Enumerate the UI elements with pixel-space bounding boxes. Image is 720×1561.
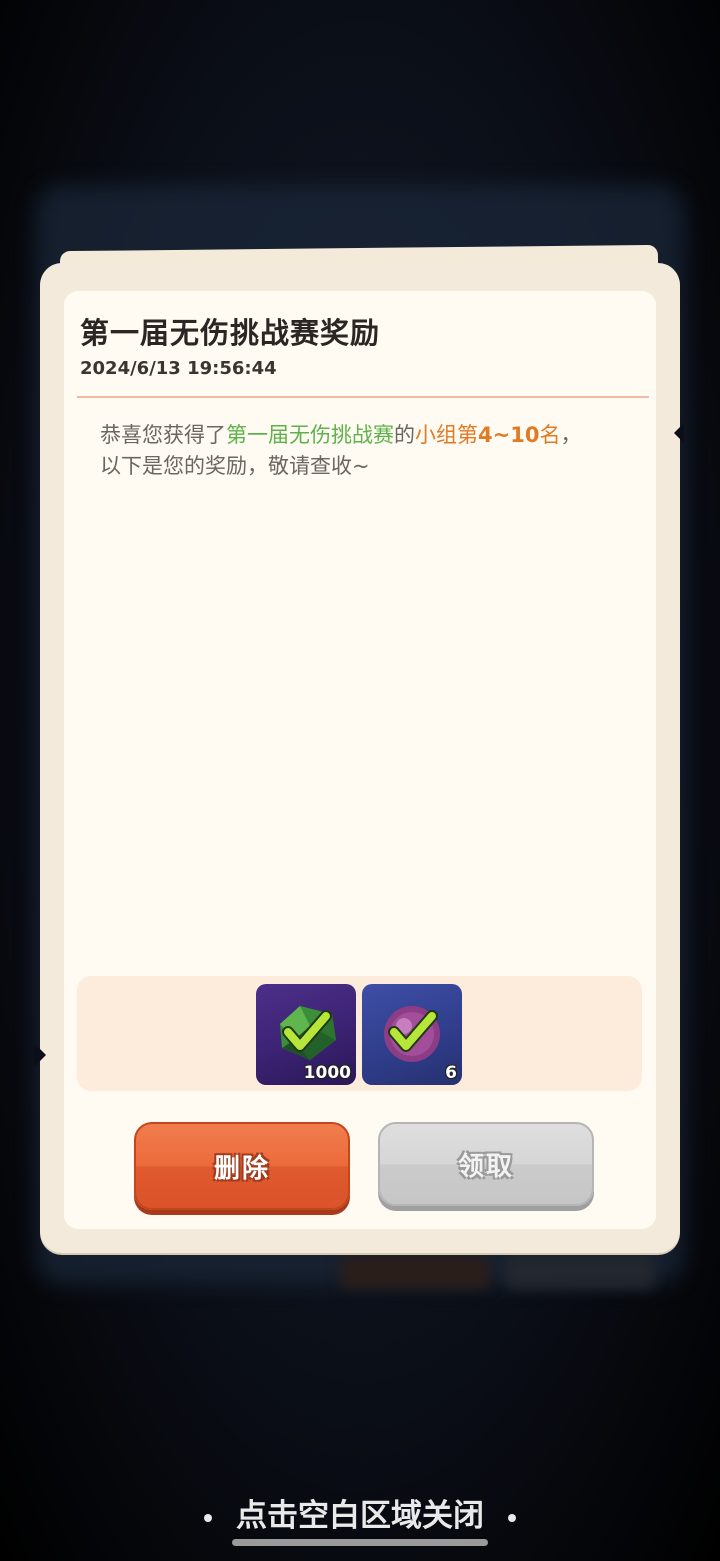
mail-body: 恭喜您获得了第一届无伤挑战赛的小组第4~10名， 以下是您的奖励，敬请查收~ xyxy=(100,420,630,482)
body-connector: 的 xyxy=(394,423,415,447)
body-prefix: 恭喜您获得了 xyxy=(100,423,226,447)
claim-button[interactable]: 领取 xyxy=(378,1122,594,1206)
reward-quantity: 1000 xyxy=(303,1063,351,1083)
paper-tear xyxy=(34,1043,46,1067)
home-indicator[interactable] xyxy=(232,1539,488,1546)
dot-icon xyxy=(204,1513,212,1522)
mail-dialog xyxy=(34,263,684,1253)
dot-icon xyxy=(508,1513,516,1522)
reward-item[interactable]: 6 xyxy=(362,984,462,1085)
background-button xyxy=(340,1255,490,1289)
screen[interactable]: 第一届无伤挑战赛奖励 2024/6/13 19:56:44 恭喜您获得了第一届无… xyxy=(0,0,720,1561)
delete-button[interactable]: 删除 xyxy=(134,1122,350,1210)
purple-orb-icon xyxy=(384,1006,440,1062)
mail-title: 第一届无伤挑战赛奖励 xyxy=(80,316,381,350)
rank-value: 4~10 xyxy=(478,423,540,447)
background-button xyxy=(505,1255,655,1289)
reward-quantity: 6 xyxy=(445,1063,457,1083)
green-gem-icon xyxy=(280,1006,336,1060)
event-name: 第一届无伤挑战赛 xyxy=(226,423,394,447)
rank-label: 小组第 xyxy=(415,423,478,447)
reward-item[interactable]: 1000 xyxy=(256,984,356,1085)
rank-suffix: 名 xyxy=(539,423,561,447)
mail-datetime: 2024/6/13 19:56:44 xyxy=(80,358,277,379)
close-hint[interactable]: 点击空白区域关闭 xyxy=(0,1490,720,1535)
reward-list xyxy=(77,976,642,1091)
divider xyxy=(77,396,649,398)
body-line2: 以下是您的奖励，敬请查收~ xyxy=(100,454,370,478)
close-hint-label: 点击空白区域关闭 xyxy=(236,1498,484,1534)
paper-tear xyxy=(674,423,684,443)
body-comma: ， xyxy=(560,423,582,447)
